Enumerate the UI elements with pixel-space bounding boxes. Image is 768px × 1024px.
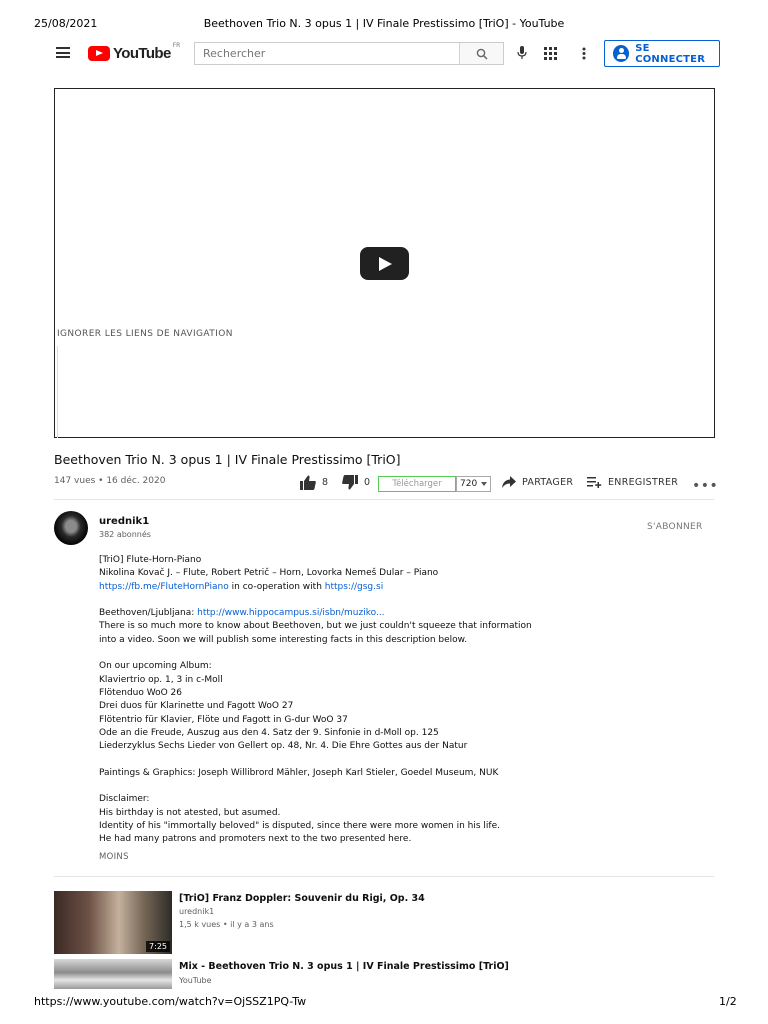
channel-name[interactable]: urednik1 (99, 516, 149, 527)
divider (54, 499, 714, 500)
playlist-add-icon (587, 477, 602, 488)
recommendation-title[interactable]: [TriO] Franz Doppler: Souvenir du Rigi, … (179, 893, 425, 904)
mic-icon[interactable] (517, 46, 527, 60)
dislike-count: 0 (364, 477, 371, 488)
search-button[interactable] (459, 43, 503, 64)
description-text: Beethoven/Ljubljana: (99, 608, 198, 619)
account-icon (613, 45, 630, 62)
description-line: Beethoven/Ljubljana: http://www.hippocam… (99, 607, 559, 620)
apps-icon[interactable] (544, 47, 557, 60)
print-url: https://www.youtube.com/watch?v=OjSSZ1PQ… (34, 995, 307, 1008)
search-icon (476, 48, 488, 60)
description-line: He had many patrons and promoters next t… (99, 834, 412, 845)
description-line: There is so much more to know about Beet… (99, 621, 532, 632)
recommendation-thumbnail[interactable] (54, 959, 172, 989)
description-line: Drei duos für Klarinette und Fagott WoO … (99, 701, 294, 712)
save-button[interactable]: ENREGISTRER (587, 476, 678, 488)
description-text: in co-operation with (228, 581, 325, 592)
facebook-link[interactable]: https://fb.me/FluteHornPiano (99, 582, 229, 592)
sign-in-label: SE CONNECTER (635, 42, 706, 65)
recommendation-thumbnail[interactable]: 7:25 (54, 891, 172, 954)
youtube-logo[interactable]: YouTube FR (88, 42, 181, 62)
divider (54, 876, 714, 877)
print-page-title: Beethoven Trio N. 3 opus 1 | IV Finale P… (203, 17, 565, 30)
chevron-down-icon (481, 482, 488, 486)
youtube-logo-icon (88, 45, 110, 61)
thumb-up-icon (300, 475, 316, 490)
channel-avatar[interactable] (54, 511, 88, 545)
more-vert-icon[interactable] (582, 47, 586, 60)
download-button[interactable]: Télécharger (378, 476, 456, 492)
video-meta: 147 vues • 16 déc. 2020 (54, 476, 166, 486)
save-label: ENREGISTRER (608, 476, 679, 488)
skip-navigation-link[interactable]: IGNORER LES LIENS DE NAVIGATION (57, 329, 233, 339)
search-input[interactable] (195, 43, 459, 64)
video-duration: 7:25 (146, 941, 170, 952)
like-button[interactable]: 8 (300, 475, 328, 490)
dislike-button[interactable]: 0 (342, 475, 370, 490)
description-line: On our upcoming Album: (99, 661, 212, 672)
description-line: Ode an die Freude, Auszug aus den 4. Sat… (99, 727, 439, 738)
video-description: [TriO] Flute-Horn-Piano Nikolina Kovač J… (99, 554, 559, 847)
description-line: Disclaimer: (99, 794, 150, 805)
share-icon (502, 476, 516, 488)
sign-in-button[interactable]: SE CONNECTER (604, 40, 720, 67)
recommendation-title[interactable]: Mix - Beethoven Trio N. 3 opus 1 | IV Fi… (179, 961, 509, 972)
region-code: FR (172, 42, 181, 49)
recommendation-channel: urednik1 (179, 907, 215, 916)
print-page-number: 1/2 (719, 995, 737, 1008)
search-bar (194, 42, 504, 65)
logo-text: YouTube (113, 44, 171, 62)
subscriber-count: 382 abonnés (99, 530, 151, 539)
description-line: Liederzyklus Sechs Lieder von Gellert op… (99, 741, 468, 752)
skip-navigation-divider (57, 346, 58, 438)
hippocampus-link[interactable]: http://www.hippocampus.si/isbn/muziko... (197, 608, 384, 618)
description-line: into a video. Soon we will publish some … (99, 634, 468, 645)
description-line: Flötentrio für Klavier, Flöte und Fagott… (99, 714, 348, 725)
menu-icon[interactable] (56, 47, 70, 58)
quality-value: 720 (460, 479, 478, 489)
like-count: 8 (322, 477, 329, 488)
subscribe-button[interactable]: S'ABONNER (647, 522, 703, 532)
description-line: Nikolina Kovač J. – Flute, Robert Petrič… (99, 568, 439, 579)
more-horiz-icon[interactable]: ••• (692, 478, 718, 494)
share-label: PARTAGER (522, 476, 574, 488)
description-line: https://fb.me/FluteHornPiano in co-opera… (99, 581, 559, 594)
play-icon[interactable] (360, 247, 409, 280)
video-title: Beethoven Trio N. 3 opus 1 | IV Finale P… (54, 452, 401, 467)
description-line: Klaviertrio op. 1, 3 in c-Moll (99, 674, 223, 685)
website-link[interactable]: https://gsg.si (325, 582, 383, 592)
description-line: His birthday is not atested, but asumed. (99, 807, 281, 818)
description-line: Identity of his "immortally beloved" is … (99, 820, 500, 831)
description-line: Paintings & Graphics: Joseph Willibrord … (99, 767, 499, 778)
share-button[interactable]: PARTAGER (502, 476, 573, 488)
description-line: Flötenduo WoO 26 (99, 687, 183, 698)
recommendation-meta: 1,5 k vues • il y a 3 ans (179, 920, 274, 929)
show-less-button[interactable]: MOINS (99, 852, 129, 862)
recommendation-channel: YouTube (179, 976, 212, 985)
description-line: [TriO] Flute-Horn-Piano (99, 555, 202, 565)
quality-select[interactable]: 720 (456, 476, 491, 492)
thumb-down-icon (342, 475, 358, 490)
